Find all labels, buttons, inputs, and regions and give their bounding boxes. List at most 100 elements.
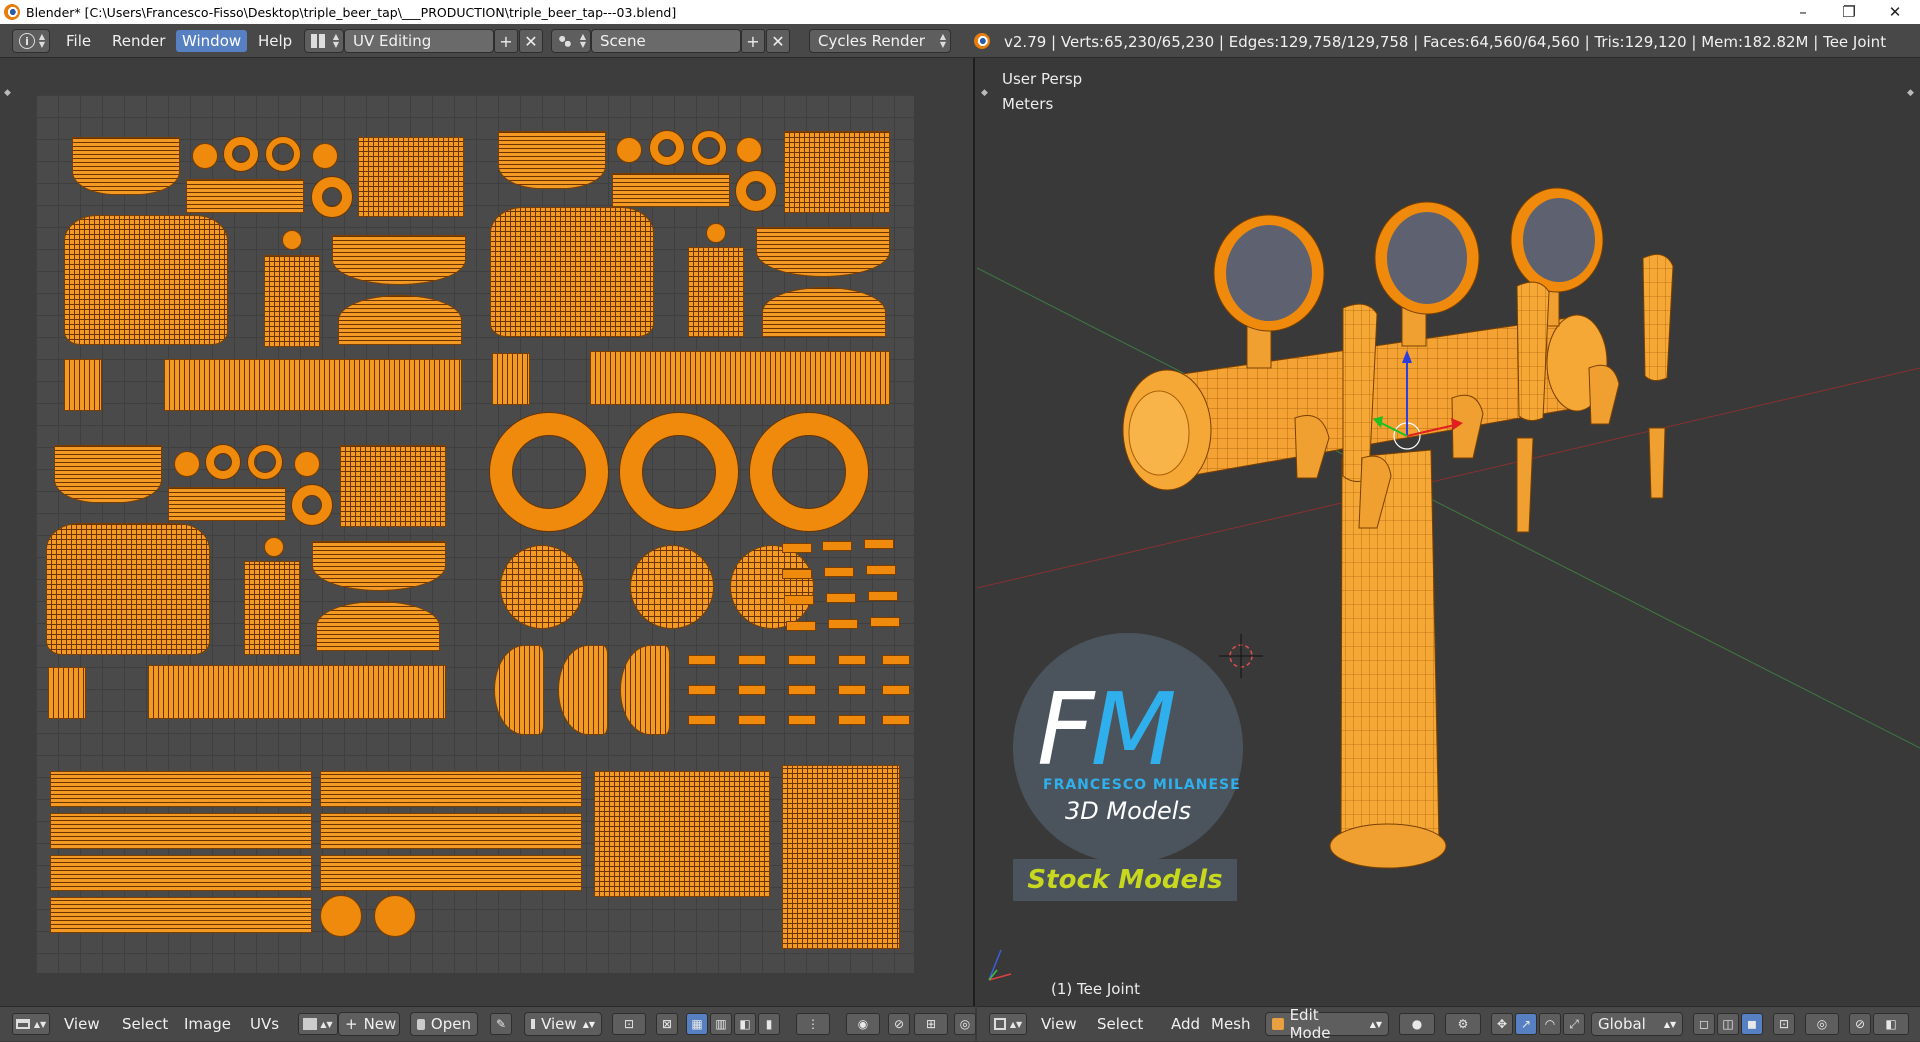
interaction-mode-dropdown[interactable]: Edit Mode ▲▼ <box>1265 1006 1389 1042</box>
transform-orientation-dropdown[interactable]: Global ▲▼ <box>1591 1012 1683 1036</box>
uv-island[interactable] <box>730 545 814 629</box>
manipulator-toggle-icon[interactable]: ✥ <box>1491 1013 1513 1035</box>
uv-island[interactable] <box>54 445 162 503</box>
uv-island[interactable] <box>864 539 894 549</box>
view-mode-dropdown[interactable]: View ▲▼ <box>524 1012 602 1036</box>
uv-island[interactable] <box>312 541 446 591</box>
uv-island[interactable] <box>882 715 910 725</box>
uv-island[interactable] <box>882 685 910 695</box>
uv-island[interactable] <box>688 655 716 665</box>
edge-select-icon[interactable]: ◫ <box>1717 1013 1739 1035</box>
uv-island[interactable] <box>320 855 582 891</box>
uv-island[interactable] <box>338 295 462 345</box>
uv-island[interactable] <box>164 359 462 411</box>
uv-island[interactable] <box>782 543 812 553</box>
uv-island[interactable] <box>492 353 530 405</box>
close-button[interactable]: ✕ <box>1872 0 1918 24</box>
uv-island[interactable] <box>498 131 606 189</box>
uv-island[interactable] <box>782 765 900 949</box>
uv-island[interactable] <box>838 715 866 725</box>
select-vertex-icon[interactable]: ▦ <box>686 1013 708 1035</box>
uv-island[interactable] <box>50 855 312 891</box>
uv-island[interactable] <box>50 813 312 849</box>
uv-island[interactable] <box>244 561 300 655</box>
proportional-edit-dropdown[interactable]: ◎ <box>1805 1013 1839 1035</box>
uv-island[interactable] <box>822 541 852 551</box>
uv-island[interactable] <box>594 771 770 897</box>
uv-island[interactable] <box>490 207 654 337</box>
uv-island[interactable] <box>292 485 332 525</box>
delete-layout-button[interactable]: ✕ <box>519 29 543 53</box>
uv-menu-uvs[interactable]: UVs <box>250 1015 279 1033</box>
select-edge-icon[interactable]: ▥ <box>710 1013 732 1035</box>
open-image-button[interactable]: Open <box>410 1012 478 1036</box>
uv-island[interactable] <box>838 655 866 665</box>
limit-selection-icon[interactable]: ⊡ <box>1773 1013 1795 1035</box>
uv-menu-image[interactable]: Image <box>184 1015 231 1033</box>
uv-island[interactable] <box>784 131 890 213</box>
snap-toggle-icon[interactable]: ⊘ <box>1849 1013 1871 1035</box>
uv-island[interactable] <box>788 655 816 665</box>
uv-island[interactable] <box>186 179 304 213</box>
uv-island[interactable] <box>786 621 816 631</box>
uv-island[interactable] <box>340 445 446 527</box>
uv-island[interactable] <box>866 565 896 575</box>
uv-island[interactable] <box>320 813 582 849</box>
snap-target-dropdown[interactable]: ⊞ <box>914 1013 948 1035</box>
uv-island[interactable] <box>248 445 282 479</box>
uv-island[interactable] <box>294 451 320 477</box>
screen-layout-selector[interactable]: ▲ ▼ <box>304 29 344 53</box>
region-expand-icon[interactable]: ◆ <box>4 88 11 98</box>
uv-island[interactable] <box>50 897 312 933</box>
menu-help[interactable]: Help <box>252 30 298 52</box>
uv-island[interactable] <box>332 235 466 285</box>
uv-island[interactable] <box>46 523 210 655</box>
uv-island[interactable] <box>320 771 582 807</box>
uv-island[interactable] <box>762 287 886 337</box>
snap-icon[interactable]: ⊘ <box>888 1013 910 1035</box>
uv-island[interactable] <box>882 655 910 665</box>
vp-menu-view[interactable]: View <box>1041 1015 1077 1033</box>
uv-island[interactable] <box>616 137 642 163</box>
uv-island[interactable] <box>72 137 180 195</box>
menu-render[interactable]: Render <box>106 30 171 52</box>
uv-island[interactable] <box>206 445 240 479</box>
uv-island[interactable] <box>688 247 744 337</box>
uv-island[interactable] <box>738 715 766 725</box>
uv-island[interactable] <box>784 595 814 605</box>
uv-canvas[interactable] <box>36 95 914 973</box>
uv-island[interactable] <box>558 645 608 735</box>
viewport-shading-dropdown[interactable]: ● <box>1399 1013 1435 1035</box>
uv-island[interactable] <box>320 895 362 937</box>
uv-menu-select[interactable]: Select <box>122 1015 168 1033</box>
vp-menu-add[interactable]: Add <box>1171 1015 1200 1033</box>
uv-island[interactable] <box>358 137 464 217</box>
face-select-icon[interactable]: ◼ <box>1741 1013 1763 1035</box>
uv-island[interactable] <box>750 413 868 531</box>
vertex-select-icon[interactable]: ◻ <box>1693 1013 1715 1035</box>
scene-selector[interactable]: ▲ ▼ <box>551 29 591 53</box>
restore-button[interactable]: ❐ <box>1826 0 1872 24</box>
uv-island[interactable] <box>738 685 766 695</box>
rotate-manipulator-icon[interactable]: ◠ <box>1539 1013 1561 1035</box>
uv-island[interactable] <box>316 601 440 651</box>
uv-island[interactable] <box>838 685 866 695</box>
vp-menu-select[interactable]: Select <box>1097 1015 1143 1033</box>
uv-island[interactable] <box>500 545 584 629</box>
snap-element-dropdown[interactable]: ◧ <box>1873 1013 1909 1035</box>
menu-file[interactable]: File <box>60 30 97 52</box>
uv-island[interactable] <box>264 255 320 347</box>
pin-icon[interactable]: ✎ <box>490 1013 512 1035</box>
select-island-icon[interactable]: ▮ <box>758 1013 780 1035</box>
uv-island[interactable] <box>612 173 730 207</box>
uv-island[interactable] <box>590 351 890 405</box>
uv-island[interactable] <box>174 451 200 477</box>
uv-island[interactable] <box>192 143 218 169</box>
uv-island[interactable] <box>64 215 228 345</box>
uv-island[interactable] <box>148 665 446 719</box>
vp-menu-mesh[interactable]: Mesh <box>1211 1015 1251 1033</box>
select-face-icon[interactable]: ◧ <box>734 1013 756 1035</box>
layer-icon[interactable]: ◎ <box>954 1013 976 1035</box>
uv-island[interactable] <box>736 137 762 163</box>
editor-type-selector[interactable]: ▲▼ <box>989 1013 1027 1035</box>
